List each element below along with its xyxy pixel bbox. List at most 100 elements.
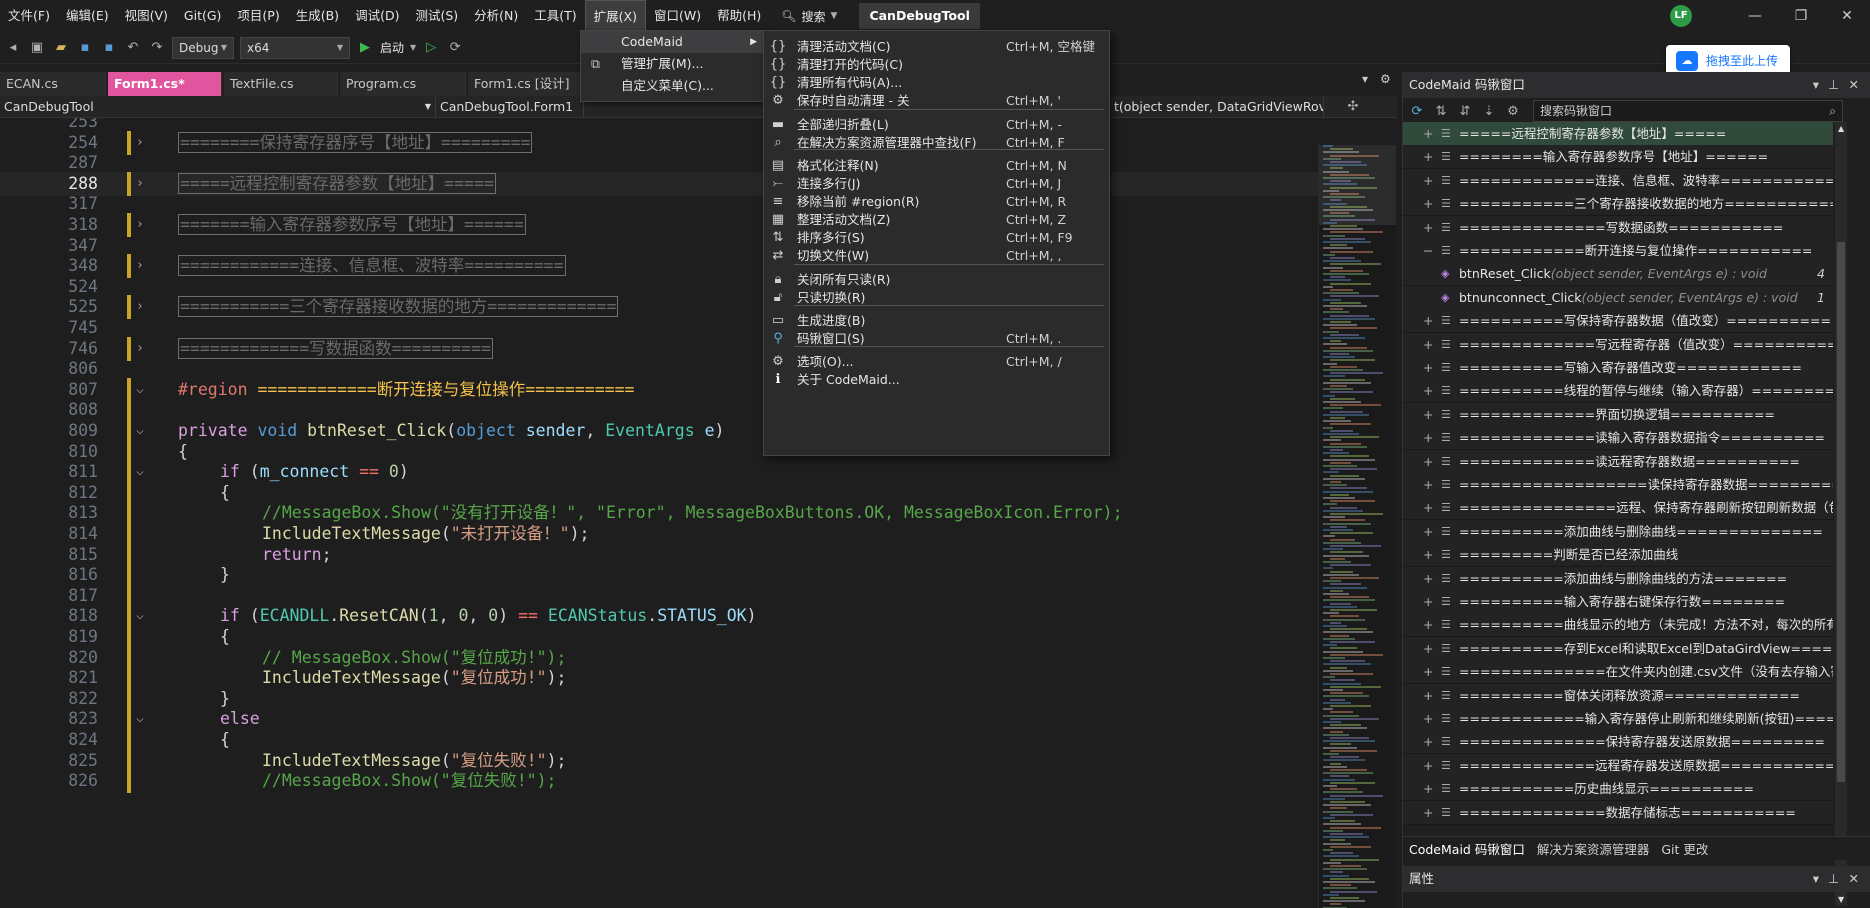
expand-icon[interactable]: + [1423,684,1433,707]
tree-region-item[interactable]: + ☰ =============远程寄存器发送原数据============== [1403,753,1833,778]
platform-select[interactable]: x64 ▼ [240,36,350,59]
expand-icon[interactable]: + [1423,801,1433,824]
expand-icon[interactable]: + [1423,707,1433,730]
panel-tab-0[interactable]: CodeMaid 码锹窗口 [1403,839,1531,858]
menu-item-codemaid[interactable]: CodeMaid ▶ [581,31,765,53]
chevron-down-icon[interactable]: ▾ [1813,72,1819,98]
tree-region-item[interactable]: − ☰ ============断开连接与复位操作=========== [1403,239,1833,263]
minimap-viewport[interactable] [1319,145,1396,225]
tree-region-item[interactable]: + ☰ ==========线程的暂停与继续（输入寄存器）============.… [1403,379,1833,404]
tab-3[interactable]: Program.cs [340,72,466,96]
configuration-select[interactable]: Debug ▼ [172,36,234,59]
tree-region-item[interactable]: + ☰ =============写远程寄存器（值改变）============= [1403,332,1833,357]
collapsed-region[interactable]: ========保持寄存器序号【地址】========= [178,131,533,153]
menu-item-4[interactable]: 项目(P) [229,0,287,32]
class-dropdown[interactable]: CanDebugTool.Form1 [436,96,584,117]
minimap[interactable] [1318,145,1396,908]
split-icon[interactable]: ✣ [1344,99,1362,114]
expand-icon[interactable]: + [1423,590,1433,613]
tree-region-item[interactable]: + ☰ ==============数据存储标志=========== [1403,800,1833,825]
back-icon[interactable]: ◂ [4,40,22,55]
open-folder-icon[interactable]: ▰ [52,40,70,55]
tab-1[interactable]: Form1.cs* [108,72,222,96]
tab-0[interactable]: ECAN.cs [0,72,106,96]
codemaid-menu-item[interactable]: ℹ 关于 CodeMaid... [764,369,1109,391]
tree-region-item[interactable]: + ☰ ==================读保持寄存器数据============ [1403,473,1833,497]
search-box[interactable]: 🔍︎ 搜索 ▼ [769,8,849,25]
hot-reload-icon[interactable]: ⟳ [446,40,464,55]
collapsed-region[interactable]: ===========三个寄存器接收数据的地方============= [178,296,619,318]
expand-icon[interactable]: + [1423,356,1433,379]
close-icon[interactable]: ✕ [1849,866,1859,892]
tree-method-item[interactable]: ◈ btnReset_Click(object sender, EventArgs… [1403,262,1833,287]
expand-icon[interactable]: + [1423,169,1433,192]
menu-item-3[interactable]: Git(G) [176,0,230,32]
tree-region-item[interactable]: + ☰ =============读输入寄存器数据指令========== [1403,426,1833,451]
menu-item-customize-menu[interactable]: 自定义菜单(C)... [581,75,765,97]
pin-icon[interactable]: ⊥ [1828,72,1839,98]
menu-item-9[interactable]: 工具(T) [526,0,584,32]
expand-icon[interactable]: + [1423,122,1433,145]
undo-icon[interactable]: ↶ [124,40,142,55]
chevron-down-icon[interactable]: ▼ [410,43,416,52]
menu-item-8[interactable]: 分析(N) [466,0,526,32]
expand-icon[interactable]: + [1423,777,1433,800]
menu-item-7[interactable]: 测试(S) [407,0,466,32]
spade-search-input[interactable]: 搜索码锹窗口 ⌕ [1533,100,1843,122]
refresh-icon[interactable]: ⟳ [1407,104,1427,119]
expand-icon[interactable]: + [1423,543,1433,566]
expand-icon[interactable]: + [1423,637,1433,660]
avatar[interactable]: LF [1670,5,1692,27]
expand-icon[interactable]: + [1423,613,1433,636]
panel-tab-2[interactable]: Git 更改 [1655,839,1714,858]
menu-item-manage-extensions[interactable]: ⧉ 管理扩展(M)... [581,53,765,75]
settings-icon[interactable]: ⚙ [1380,72,1391,86]
collapse-icon[interactable]: − [1423,239,1433,262]
restore-button[interactable]: ❐ [1778,8,1824,24]
redo-icon[interactable]: ↷ [148,40,166,55]
minimize-button[interactable]: — [1732,8,1778,24]
menu-item-10[interactable]: 扩展(X) [584,0,646,32]
expand-icon[interactable]: + [1423,496,1433,519]
new-project-icon[interactable]: ▣ [28,40,46,55]
tree-region-item[interactable]: + ☰ ==========写输入寄存器值改变============ [1403,356,1833,380]
tree-region-item[interactable]: + ☰ ==============在文件夹内创建.csv文件（没有去存输入寄存器.… [1403,660,1833,685]
menu-item-5[interactable]: 生成(B) [288,0,347,32]
start-button[interactable]: 启动 [380,39,404,56]
expand-icon[interactable]: + [1423,379,1433,402]
expand-icon[interactable]: + [1423,403,1433,426]
expand-icon[interactable]: + [1423,426,1433,449]
panel-tab-1[interactable]: 解决方案资源管理器 [1531,839,1656,858]
expand-icon[interactable]: + [1423,145,1433,168]
collapsed-region[interactable]: =======输入寄存器参数序号【地址】====== [178,214,526,235]
sort-by-type-icon[interactable]: ⇵ [1455,104,1475,119]
tree-region-item[interactable]: + ☰ ============输入寄存器停止刷新和继续刷新(按钮)========… [1403,707,1833,731]
menu-item-1[interactable]: 编辑(E) [58,0,117,32]
tree-region-item[interactable]: + ☰ =============连接、信息框、波特率=========== [1403,168,1833,193]
expand-icon[interactable]: + [1423,567,1433,590]
tab-2[interactable]: TextFile.cs [224,72,338,96]
tree-scrollbar[interactable]: ▲ ▼ [1835,122,1847,906]
expand-icon[interactable]: + [1423,309,1433,332]
tree-region-item[interactable]: + ☰ ==========窗体关闭释放资源============= [1403,683,1833,708]
expand-icon[interactable]: + [1423,754,1433,777]
collapsed-region[interactable]: =====远程控制寄存器参数【地址】===== [178,172,496,194]
tree-region-item[interactable]: + ☰ =====远程控制寄存器参数【地址】===== [1403,122,1833,146]
play-icon[interactable]: ▶ [356,40,374,55]
save-icon[interactable]: ▪ [76,40,94,55]
tree-method-item[interactable]: ◈ btnunconnect_Click(object sender, Event… [1403,285,1833,310]
code-editor[interactable]: 253 254 › ========保持寄存器序号【地址】========= 287 28… [0,118,1397,908]
tree-region-item[interactable]: + ☰ ==========添加曲线与删除曲线的方法======= [1403,566,1833,591]
sort-by-name-icon[interactable]: ⇅ [1431,104,1451,119]
close-button[interactable]: ✕ [1824,8,1870,24]
pin-icon[interactable]: ⊥ [1828,866,1839,892]
expand-icon[interactable]: + [1423,473,1433,496]
tree-region-item[interactable]: + ☰ ==========输入寄存器右键保存行数======== [1403,590,1833,614]
expand-icon[interactable]: + [1423,660,1433,683]
tree-region-item[interactable]: + ☰ ==========写保持寄存器数据（值改变）========== [1403,309,1833,334]
codemaid-menu-item[interactable]: ⌕ 在解决方案资源管理器中查找(F) Ctrl+M, F [764,132,1109,154]
tree-region-item[interactable]: + ☰ ===========历史曲线显示========== [1403,777,1833,802]
tree-region-item[interactable]: + ☰ =============界面切换逻辑========== [1403,402,1833,427]
collapsed-region[interactable]: =============写数据函数========== [178,337,493,359]
tree-region-item[interactable]: + ☰ ===============远程、保持寄存器刷新按钮刷新数据（包... [1403,496,1833,521]
